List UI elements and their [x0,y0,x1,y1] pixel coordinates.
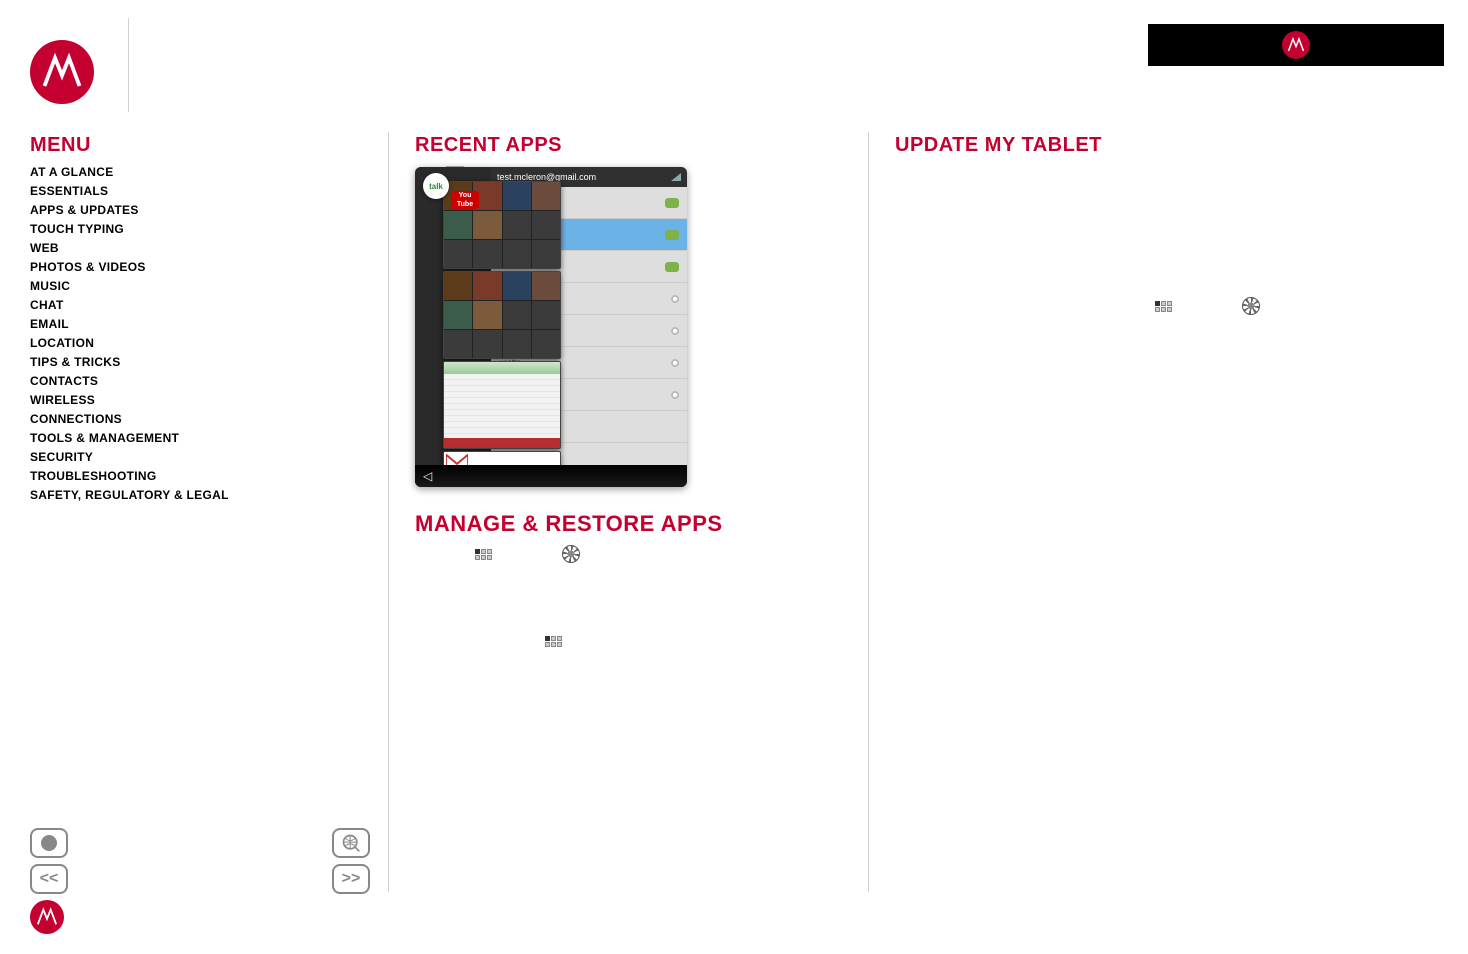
presence-icon [671,295,679,303]
section-update-tablet-title: UPDATE MY TABLET [895,134,1435,157]
menu-item-music[interactable]: MUSIC [30,276,229,295]
nav-globe-button[interactable] [332,828,370,858]
back-icon: ◁ [423,469,432,483]
menu-item-safety-legal[interactable]: SAFETY, REGULATORY & LEGAL [30,485,229,504]
menu-item-chat[interactable]: CHAT [30,295,229,314]
top-black-bar [1148,24,1444,66]
section-recent-apps-title: RECENT APPS [415,134,835,157]
motorola-logo-icon[interactable] [30,900,64,934]
menu-item-email[interactable]: EMAIL [30,314,229,333]
presence-icon [671,359,679,367]
menu-item-web[interactable]: WEB [30,238,229,257]
menu-item-apps-updates[interactable]: APPS & UPDATES [30,200,229,219]
chat-bubble-icon [665,198,679,208]
nav-home-button[interactable] [30,828,68,858]
motorola-logo-icon [1282,31,1310,59]
menu-item-troubleshooting[interactable]: TROUBLESHOOTING [30,466,229,485]
menu-item-connections[interactable]: CONNECTIONS [30,409,229,428]
recent-thumb-media [443,271,561,359]
section-manage-apps-title: MANAGE & RESTORE APPS [415,511,835,537]
menu-item-photos-videos[interactable]: PHOTOS & VIDEOS [30,257,229,276]
menu-list: AT A GLANCE ESSENTIALS APPS & UPDATES TO… [30,162,229,504]
menu-item-security[interactable]: SECURITY [30,447,229,466]
menu-item-location[interactable]: LOCATION [30,333,229,352]
menu-item-at-a-glance[interactable]: AT A GLANCE [30,162,229,181]
motorola-logo-icon[interactable] [30,40,94,104]
settings-icon [562,545,580,563]
signal-icon [671,173,681,181]
chat-bubble-icon [665,262,679,272]
menu-item-essentials[interactable]: ESSENTIALS [30,181,229,200]
menu-item-tools-management[interactable]: TOOLS & MANAGEMENT [30,428,229,447]
nav-prev-button[interactable]: << [30,864,68,894]
youtube-app-icon: You Tube [451,191,479,209]
talk-app-icon: talk [423,173,449,199]
divider [128,18,129,112]
presence-icon [671,327,679,335]
phone-screenshot: test.mcleron@gmail.com n@gmail.com n@gma… [415,167,687,487]
recent-thumbnails [443,181,561,487]
settings-icon [1242,297,1260,315]
pager-nav: << >> [30,828,370,894]
chat-bubble-icon [665,230,679,240]
menu-item-wireless[interactable]: WIRELESS [30,390,229,409]
menu-item-contacts[interactable]: CONTACTS [30,371,229,390]
apps-grid-icon [1155,301,1172,312]
menu-heading: MENU [30,134,91,157]
apps-grid-icon [475,549,492,560]
nav-next-button[interactable]: >> [332,864,370,894]
presence-icon [671,391,679,399]
menu-item-touch-typing[interactable]: TOUCH TYPING [30,219,229,238]
recent-thumb-browser [443,361,561,449]
phone-navbar: ◁ [415,465,687,487]
divider [868,132,869,892]
menu-item-tips-tricks[interactable]: TIPS & TRICKS [30,352,229,371]
divider [388,132,389,892]
apps-grid-icon [545,636,562,647]
